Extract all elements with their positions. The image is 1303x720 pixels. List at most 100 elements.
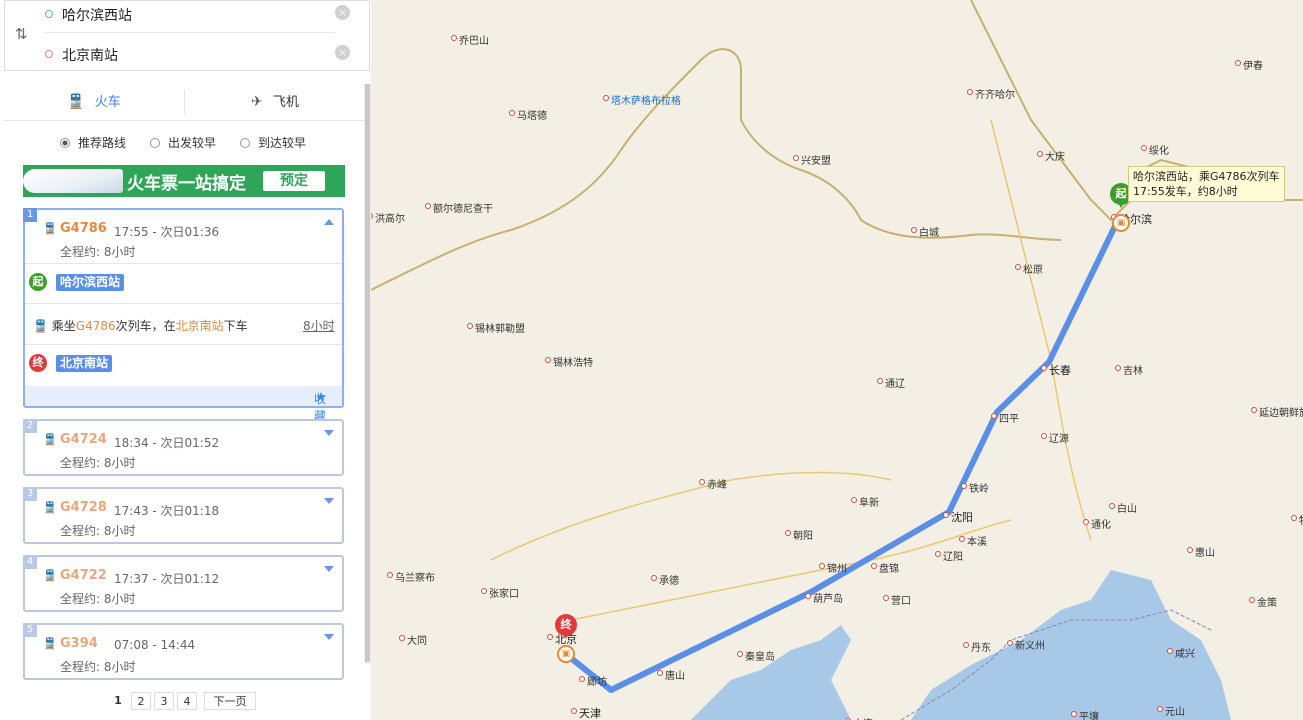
- city-label[interactable]: 吉林: [1123, 362, 1143, 377]
- sort-earliest-depart[interactable]: 出发较早: [150, 134, 216, 151]
- city-label[interactable]: 乔巴山: [459, 32, 489, 47]
- route-card[interactable]: 1 🚆 G4786 17:55 - 次日01:36 全程约: 8小时 起 哈尔滨…: [23, 208, 344, 423]
- city-label[interactable]: 辽阳: [943, 548, 963, 563]
- panel-scrollbar[interactable]: [364, 84, 371, 664]
- city-label[interactable]: 张家口: [489, 585, 519, 600]
- city-label[interactable]: 锡林郭勒盟: [475, 320, 525, 335]
- city-label[interactable]: 阜新: [859, 494, 879, 509]
- city-label[interactable]: 丹东: [971, 639, 991, 654]
- route-card[interactable]: 5 🚆 G394 07:08 - 14:44 全程约: 8小时: [23, 623, 344, 680]
- city-label[interactable]: 长春: [1049, 362, 1071, 378]
- city-label[interactable]: 惠山: [1195, 544, 1215, 559]
- city-label[interactable]: 马塔德: [517, 107, 547, 122]
- train-number: G4722: [60, 568, 107, 583]
- end-pin[interactable]: 终: [555, 614, 577, 639]
- city-label[interactable]: 辽源: [1049, 430, 1069, 445]
- city-label[interactable]: 承德: [659, 572, 679, 587]
- city-label[interactable]: 天津: [579, 705, 601, 720]
- city-label[interactable]: 通辽: [885, 375, 905, 390]
- city-label[interactable]: 大庆: [1045, 148, 1065, 163]
- city-dot: [1109, 503, 1115, 509]
- ride-instruction: 🚆 乘坐G4786次列车，在北京南站下车 8小时: [33, 317, 335, 334]
- expand-icon[interactable]: [324, 430, 334, 436]
- next-page-button[interactable]: 下一页: [204, 692, 256, 710]
- clear-from-icon[interactable]: ×: [335, 5, 350, 20]
- city-label[interactable]: 赤峰: [707, 476, 727, 491]
- city-label[interactable]: 额尔德尼查干: [433, 200, 493, 215]
- map-canvas[interactable]: [371, 0, 1303, 720]
- page-3[interactable]: 3: [154, 692, 174, 710]
- from-field[interactable]: 哈尔滨西站 ×: [45, 1, 350, 31]
- city-label[interactable]: 通化: [1091, 516, 1111, 531]
- city-label[interactable]: 伊春: [1243, 57, 1263, 72]
- ride-prefix: 乘坐: [51, 319, 76, 333]
- expand-icon[interactable]: [324, 566, 334, 572]
- city-label[interactable]: 朝阳: [793, 527, 813, 542]
- radio-icon: [150, 138, 160, 148]
- ride-duration[interactable]: 8小时: [303, 317, 335, 334]
- city-label[interactable]: 新义州: [1015, 637, 1045, 652]
- tab-train[interactable]: 🚆 火车: [4, 84, 184, 120]
- route-card[interactable]: 4 🚆 G4722 17:37 - 次日01:12 全程约: 8小时: [23, 555, 344, 612]
- scrollbar-thumb[interactable]: [365, 84, 370, 662]
- city-label[interactable]: 延边朝鲜族自治州: [1259, 404, 1303, 419]
- to-input[interactable]: 北京南站: [62, 45, 118, 65]
- city-label[interactable]: 锦州: [827, 560, 847, 575]
- city-label[interactable]: 松原: [1023, 261, 1043, 276]
- route-card[interactable]: 3 🚆 G4728 17:43 - 次日01:18 全程约: 8小时: [23, 487, 344, 544]
- city-label[interactable]: 白山: [1117, 500, 1137, 515]
- city-label[interactable]: 乌兰察布: [395, 569, 435, 584]
- city-label[interactable]: 本溪: [967, 533, 987, 548]
- city-label[interactable]: 铁岭: [969, 480, 989, 495]
- train-icon: 🚆: [67, 94, 85, 110]
- start-station[interactable]: 哈尔滨西站: [56, 274, 125, 291]
- city-label[interactable]: 秦皇岛: [745, 648, 775, 663]
- ticket-banner[interactable]: 火车票一站搞定 预定: [23, 165, 345, 197]
- city-label[interactable]: 元山: [1165, 703, 1185, 718]
- city-label[interactable]: 沈阳: [951, 509, 973, 525]
- swap-icon[interactable]: ⇅: [15, 25, 28, 43]
- sort-earliest-arrive[interactable]: 到达较早: [240, 134, 306, 151]
- end-station[interactable]: 北京南站: [56, 355, 113, 372]
- city-label[interactable]: 盘锦: [879, 560, 899, 575]
- city-label[interactable]: 牡: [1299, 512, 1303, 527]
- city-label[interactable]: 廊坊: [587, 673, 607, 688]
- tab-train-label: 火车: [94, 95, 121, 110]
- city-label[interactable]: 金策: [1257, 594, 1277, 609]
- page-1[interactable]: 1: [108, 692, 128, 710]
- city-label[interactable]: 平壤: [1079, 708, 1099, 720]
- city-dot: [1037, 151, 1043, 157]
- city-label[interactable]: 唐山: [665, 667, 685, 682]
- city-label[interactable]: 大连: [853, 715, 873, 720]
- city-dot: [1157, 706, 1163, 712]
- book-button[interactable]: 预定: [263, 171, 325, 191]
- to-field[interactable]: 北京南站 ×: [45, 41, 350, 71]
- expand-icon[interactable]: [324, 498, 334, 504]
- city-label[interactable]: 大同: [407, 632, 427, 647]
- city-label[interactable]: 营口: [891, 592, 911, 607]
- expand-icon[interactable]: [324, 634, 334, 640]
- city-label[interactable]: 绥化: [1149, 142, 1169, 157]
- city-label[interactable]: 洪高尔: [375, 210, 405, 225]
- clear-to-icon[interactable]: ×: [335, 45, 350, 60]
- city-label[interactable]: 咸兴: [1175, 645, 1195, 660]
- city-label[interactable]: 塔木萨格布拉格: [611, 92, 681, 107]
- city-label[interactable]: 齐齐哈尔: [975, 86, 1015, 101]
- road: [490, 471, 892, 561]
- city-label[interactable]: 白城: [919, 224, 939, 239]
- route-card[interactable]: 2 🚆 G4724 18:34 - 次日01:52 全程约: 8小时: [23, 419, 344, 476]
- train-small-icon: 🚆: [43, 637, 57, 650]
- city-label[interactable]: 葫芦岛: [813, 590, 843, 605]
- tab-plane[interactable]: ✈ 飞机: [185, 84, 365, 120]
- train-small-icon: 🚆: [43, 569, 57, 582]
- city-label[interactable]: 四平: [999, 410, 1019, 425]
- map-view[interactable]: 乔巴山 塔木萨格布拉格 马塔德 伊春 齐齐哈尔 绥化 大庆 兴安盟 洪高尔 额尔德尼查干 白城 哈尔滨…: [371, 0, 1303, 720]
- route-index: 5: [23, 623, 37, 637]
- city-label[interactable]: 兴安盟: [801, 152, 831, 167]
- city-label[interactable]: 锡林浩特: [553, 354, 593, 369]
- page-4[interactable]: 4: [177, 692, 197, 710]
- page-2[interactable]: 2: [131, 692, 151, 710]
- from-input[interactable]: 哈尔滨西站: [62, 5, 132, 25]
- collapse-icon[interactable]: [324, 219, 334, 225]
- sort-recommended[interactable]: 推荐路线: [60, 134, 126, 151]
